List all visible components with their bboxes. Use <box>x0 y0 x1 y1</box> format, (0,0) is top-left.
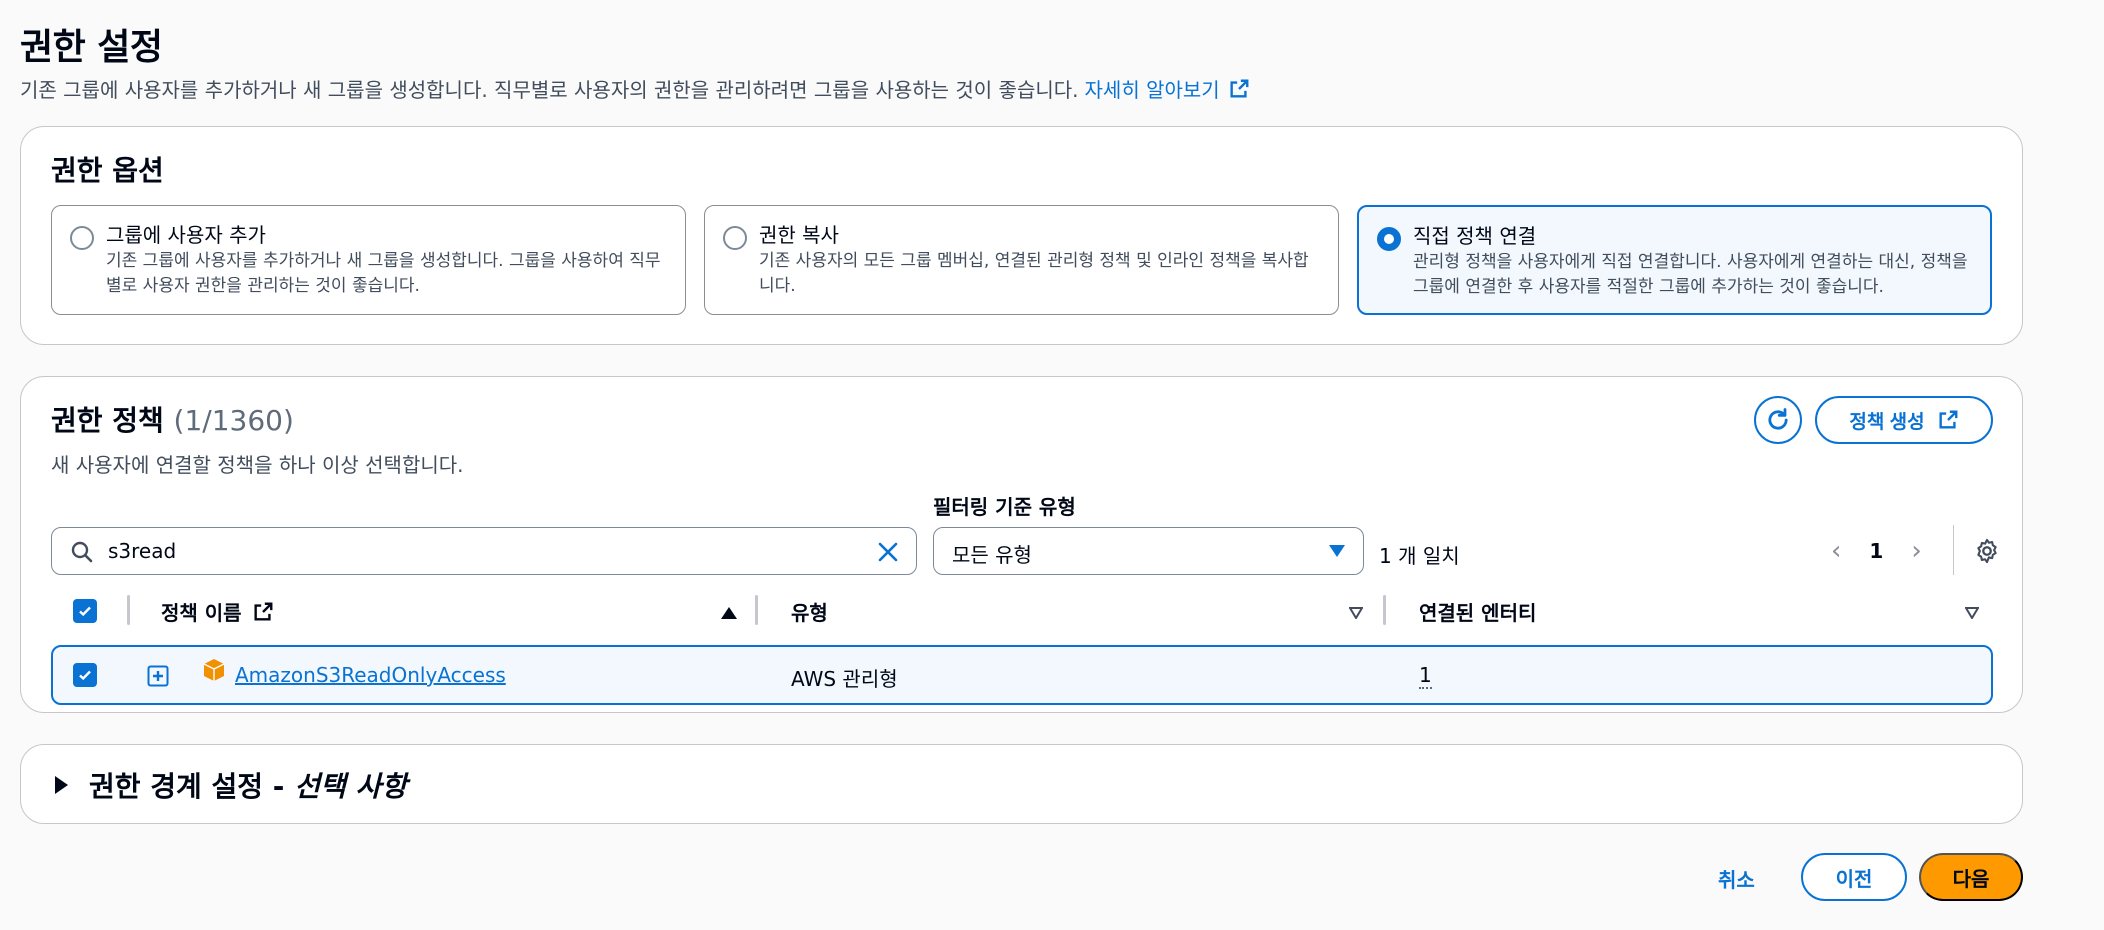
type-filter-select[interactable]: 모든 유형 <box>933 527 1364 575</box>
column-label: 유형 <box>791 601 828 625</box>
clear-icon[interactable] <box>876 540 900 564</box>
next-button[interactable]: 다음 <box>1919 853 2023 901</box>
option-description: 관리형 정책을 사용자에게 직접 연결합니다. 사용자에게 연결하는 대신, 정… <box>1413 252 1968 297</box>
table-row[interactable]: AmazonS3ReadOnlyAccess AWS 관리형 1 <box>51 645 1993 705</box>
option-attach-policies-directly[interactable]: 직접 정책 연결 관리형 정책을 사용자에게 직접 연결합니다. 사용자에게 연… <box>1357 205 1992 315</box>
select-all-checkbox[interactable] <box>73 599 97 623</box>
aws-managed-policy-icon <box>203 659 225 681</box>
chevron-left-icon[interactable]: ‹ <box>1831 538 1841 564</box>
column-divider <box>1383 595 1386 625</box>
radio-copy-permissions[interactable] <box>723 226 747 250</box>
refresh-button[interactable] <box>1754 396 1802 444</box>
sort-ascending-icon[interactable] <box>721 607 737 619</box>
caret-right-icon[interactable] <box>55 776 68 794</box>
column-header-type[interactable]: 유형 <box>791 597 828 626</box>
permissions-boundary-title[interactable]: 권한 경계 설정 - 선택 사항 <box>89 765 407 805</box>
caret-down-icon <box>1329 545 1345 557</box>
option-description: 기존 사용자의 모든 그룹 멤버십, 연결된 관리형 정책 및 인라인 정책을 … <box>759 251 1309 296</box>
check-icon <box>79 606 91 617</box>
search-icon <box>71 541 93 563</box>
option-label: 직접 정책 연결 <box>1413 224 1537 248</box>
option-label: 그룹에 사용자 추가 <box>106 223 266 247</box>
create-policy-label: 정책 생성 <box>1849 411 1925 433</box>
chevron-right-icon[interactable]: › <box>1911 538 1921 564</box>
permissions-boundary-panel[interactable]: 권한 경계 설정 - 선택 사항 <box>20 744 2023 824</box>
create-policy-button[interactable]: 정책 생성 <box>1815 396 1993 444</box>
external-link-icon <box>1230 79 1249 98</box>
search-value: s3read <box>108 539 177 563</box>
column-label: 연결된 엔터티 <box>1419 601 1537 625</box>
check-icon <box>79 670 91 681</box>
row-checkbox[interactable] <box>73 663 97 687</box>
previous-button[interactable]: 이전 <box>1801 853 1907 901</box>
table-header: 정책 이름 유형 연결된 엔터티 <box>51 589 1993 635</box>
attached-entities-count[interactable]: 1 <box>1419 663 1432 689</box>
column-header-attached-entities[interactable]: 연결된 엔터티 <box>1419 597 1536 626</box>
pager-divider <box>1953 525 1954 575</box>
column-divider <box>127 595 130 625</box>
cancel-button[interactable]: 취소 <box>1718 864 1755 893</box>
radio-attach-policies-directly[interactable] <box>1377 227 1401 251</box>
column-header-policy-name[interactable]: 정책 이름 <box>161 597 274 626</box>
permission-policies-title: 권한 정책 (1/1360) <box>51 399 294 439</box>
option-label: 권한 복사 <box>759 223 839 247</box>
permission-options-title: 권한 옵션 <box>51 154 164 187</box>
boundary-optional-text: 선택 사항 <box>294 770 407 803</box>
learn-more-label: 자세히 알아보기 <box>1084 78 1220 102</box>
policies-count: (1/1360) <box>173 404 294 437</box>
page-description-text: 기존 그룹에 사용자를 추가하거나 새 그룹을 생성합니다. 직무별로 사용자의… <box>20 78 1079 102</box>
option-add-to-group[interactable]: 그룹에 사용자 추가 기존 그룹에 사용자를 추가하거나 새 그룹을 생성합니다… <box>51 205 686 315</box>
external-link-icon <box>1939 410 1958 429</box>
pagination: ‹ 1 › <box>1831 529 1922 573</box>
filter-type-label: 필터링 기준 유형 <box>933 495 1076 519</box>
option-copy-permissions[interactable]: 권한 복사 기존 사용자의 모든 그룹 멤버십, 연결된 관리형 정책 및 인라… <box>704 205 1339 315</box>
match-count: 1 개 일치 <box>1379 544 1460 568</box>
column-label: 정책 이름 <box>161 601 242 625</box>
learn-more-link[interactable]: 자세히 알아보기 <box>1085 74 1250 103</box>
external-link-icon <box>254 602 273 621</box>
sort-icon[interactable] <box>1349 607 1363 619</box>
page-title: 권한 설정 <box>20 27 163 68</box>
gear-icon[interactable] <box>1973 537 2001 565</box>
permission-policies-panel: 권한 정책 (1/1360) 새 사용자에 연결할 정책을 하나 이상 선택합니… <box>20 376 2023 713</box>
policy-type: AWS 관리형 <box>791 667 898 691</box>
type-filter-value: 모든 유형 <box>952 543 1032 567</box>
policy-name-link[interactable]: AmazonS3ReadOnlyAccess <box>235 663 506 687</box>
boundary-title-text: 권한 경계 설정 - <box>89 770 295 803</box>
sort-icon[interactable] <box>1965 607 1979 619</box>
permission-options-panel: 권한 옵션 그룹에 사용자 추가 기존 그룹에 사용자를 추가하거나 새 그룹을… <box>20 126 2023 345</box>
option-description: 기존 그룹에 사용자를 추가하거나 새 그룹을 생성합니다. 그룹을 사용하여 … <box>106 251 661 296</box>
policies-description: 새 사용자에 연결할 정책을 하나 이상 선택합니다. <box>51 453 464 477</box>
page-description: 기존 그룹에 사용자를 추가하거나 새 그룹을 생성합니다. 직무별로 사용자의… <box>20 74 1250 103</box>
column-divider <box>755 595 758 625</box>
policy-search-input[interactable]: s3read <box>51 527 917 575</box>
refresh-icon <box>1768 408 1788 430</box>
policy-name: AmazonS3ReadOnlyAccess <box>235 663 506 687</box>
policies-title-text: 권한 정책 <box>51 404 164 437</box>
radio-add-to-group[interactable] <box>70 226 94 250</box>
expand-icon[interactable] <box>147 665 169 687</box>
current-page[interactable]: 1 <box>1869 539 1883 563</box>
